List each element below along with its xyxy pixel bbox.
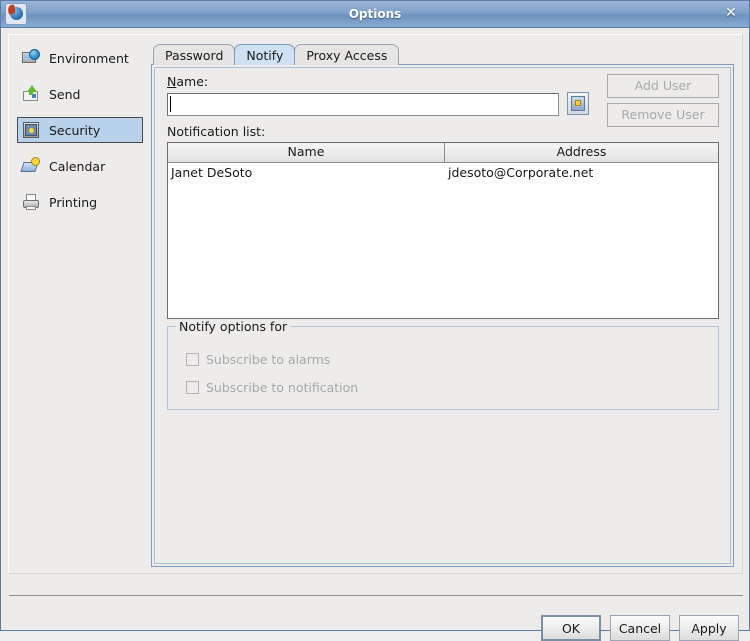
sidebar-item-calendar[interactable]: Calendar <box>17 153 143 179</box>
footer-separator <box>9 595 743 596</box>
checkbox-subscribe-alarms[interactable] <box>186 353 199 366</box>
monitor-globe-icon <box>22 49 41 67</box>
safe-lock-icon <box>22 121 41 139</box>
tab-strip: Password Notify Proxy Access <box>151 43 734 65</box>
sidebar-item-label: Printing <box>49 194 98 210</box>
name-label: Name: <box>167 74 209 89</box>
title-bar: Options ✕ <box>1 1 749 28</box>
dialog-body: Environment Send Security Calendar Print… <box>1 28 749 641</box>
app-globe-icon <box>5 3 27 25</box>
options-dialog: Options ✕ Environment Send Security Cale… <box>0 0 750 641</box>
printer-icon <box>22 193 41 211</box>
tab-panel-inner: Name: Add User Remove User Notification … <box>154 67 731 564</box>
tabs-area: Password Notify Proxy Access Name: Add U… <box>151 43 734 567</box>
notification-list-table[interactable]: Name Address Janet DeSoto jdesoto@Corpor… <box>167 142 719 319</box>
calendar-clock-icon <box>20 157 41 175</box>
sidebar-item-environment[interactable]: Environment <box>17 45 143 71</box>
sidebar-item-label: Security <box>49 122 101 138</box>
sidebar-item-label: Send <box>49 86 81 102</box>
notification-list-label: Notification list: <box>167 124 266 139</box>
notify-options-group: Notify options for Subscribe to alarms S… <box>167 319 719 410</box>
window-title: Options <box>348 7 402 21</box>
envelope-upload-icon <box>22 85 41 103</box>
dialog-button-row: OK Cancel Apply <box>541 615 739 641</box>
tab-panel-notify: Name: Add User Remove User Notification … <box>151 64 734 567</box>
sidebar-item-security[interactable]: Security <box>17 117 143 143</box>
sidebar-item-printing[interactable]: Printing <box>17 189 143 215</box>
address-book-icon <box>571 96 585 111</box>
checkbox-label: Subscribe to alarms <box>206 352 331 367</box>
cancel-button[interactable]: Cancel <box>610 615 670 641</box>
sidebar: Environment Send Security Calendar Print… <box>17 45 143 225</box>
subscribe-alarms-row[interactable]: Subscribe to alarms <box>186 352 330 367</box>
column-header-address[interactable]: Address <box>445 143 718 162</box>
table-header-row: Name Address <box>168 143 718 163</box>
group-title: Notify options for <box>176 319 291 334</box>
cell-name: Janet DeSoto <box>171 165 253 180</box>
tab-proxy-access[interactable]: Proxy Access <box>294 44 400 65</box>
sidebar-item-send[interactable]: Send <box>17 81 143 107</box>
text-caret <box>170 96 171 112</box>
subscribe-notification-row[interactable]: Subscribe to notification <box>186 380 358 395</box>
tab-password[interactable]: Password <box>153 44 236 65</box>
name-input[interactable] <box>167 93 559 116</box>
add-user-button[interactable]: Add User <box>607 74 719 98</box>
address-book-button[interactable] <box>567 92 589 115</box>
table-row[interactable]: Janet DeSoto jdesoto@Corporate.net <box>168 163 718 182</box>
checkbox-subscribe-notification[interactable] <box>186 381 199 394</box>
tab-notify[interactable]: Notify <box>234 44 296 65</box>
apply-button[interactable]: Apply <box>679 615 739 641</box>
checkbox-label: Subscribe to notification <box>206 380 359 395</box>
sidebar-item-label: Calendar <box>49 158 106 174</box>
close-icon[interactable]: ✕ <box>723 6 739 22</box>
sidebar-item-label: Environment <box>49 50 129 66</box>
remove-user-button[interactable]: Remove User <box>607 103 719 127</box>
content-panel: Environment Send Security Calendar Print… <box>8 34 743 574</box>
column-header-name[interactable]: Name <box>168 143 445 162</box>
ok-button[interactable]: OK <box>541 615 601 641</box>
cell-address: jdesoto@Corporate.net <box>448 165 594 180</box>
